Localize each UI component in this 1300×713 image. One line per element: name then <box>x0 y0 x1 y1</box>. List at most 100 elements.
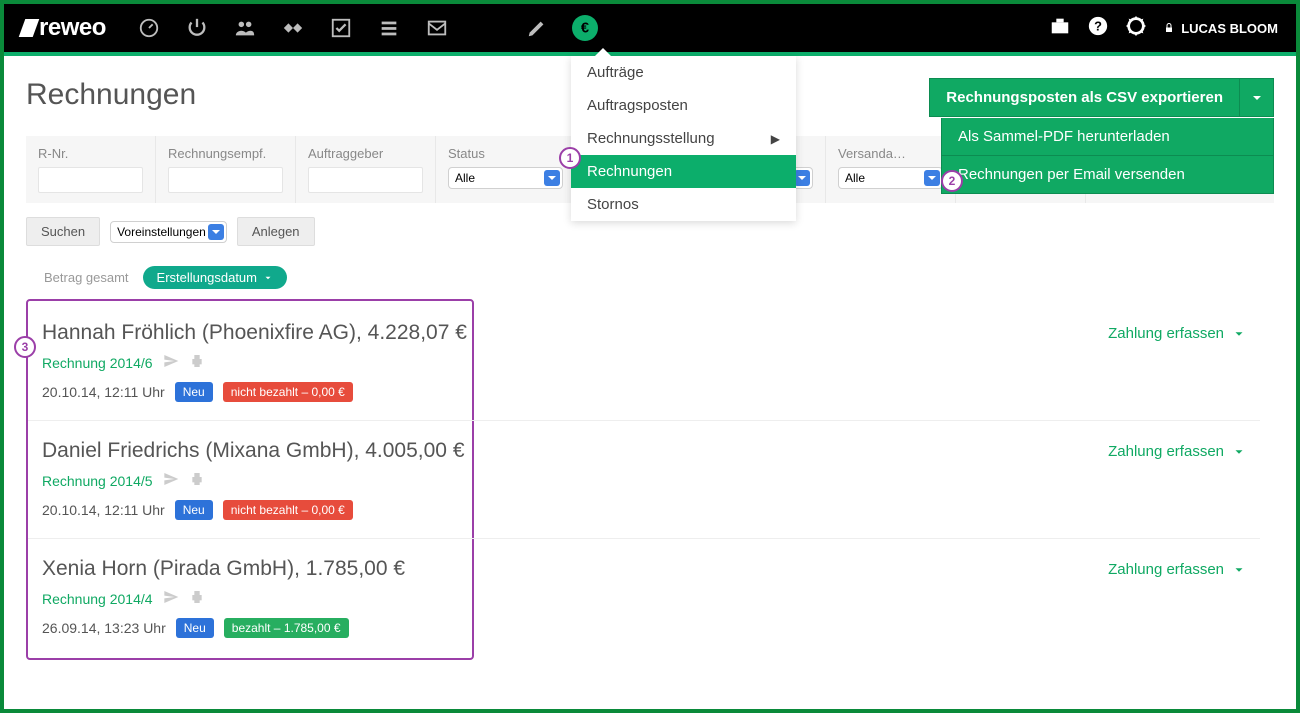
invoice-row[interactable]: Daniel Friedrichs (Mixana GmbH), 4.005,0… <box>28 421 1260 539</box>
filter-versand: Versanda… Alle <box>826 136 956 203</box>
invoice-list-highlight: Hannah Fröhlich (Phoenixfire AG), 4.228,… <box>26 299 474 660</box>
payment-badge: nicht bezahlt – 0,00 € <box>223 500 353 520</box>
menu-item-stornos[interactable]: Stornos <box>571 188 796 221</box>
power-icon[interactable] <box>184 15 210 41</box>
record-payment-button[interactable]: Zahlung erfassen <box>1108 557 1246 578</box>
export-csv-button[interactable]: Rechnungsposten als CSV exportieren <box>929 78 1240 117</box>
invoice-title: Hannah Fröhlich (Phoenixfire AG), 4.228,… <box>42 321 1108 345</box>
record-payment-button[interactable]: Zahlung erfassen <box>1108 439 1246 460</box>
invoice-title: Daniel Friedrichs (Mixana GmbH), 4.005,0… <box>42 439 1108 463</box>
nav-icons: € <box>136 15 598 41</box>
invoice-row[interactable]: Hannah Fröhlich (Phoenixfire AG), 4.228,… <box>28 303 1260 421</box>
print-icon[interactable] <box>189 353 205 372</box>
help-icon[interactable]: ? <box>1087 15 1109 42</box>
export-dropdown-menu: Als Sammel-PDF herunterladen Rechnungen … <box>941 118 1274 194</box>
invoice-actions: Zahlung erfassen <box>1108 439 1246 520</box>
export-email-item[interactable]: Rechnungen per Email versenden <box>941 156 1274 194</box>
briefcase-icon[interactable] <box>1049 15 1071 42</box>
svg-text:€: € <box>581 21 589 37</box>
annotation-marker-3: 3 <box>14 336 36 358</box>
filter-auftraggeber-input[interactable] <box>308 167 423 193</box>
create-button[interactable]: Anlegen <box>237 217 315 246</box>
export-button-group: Rechnungsposten als CSV exportieren Als … <box>929 78 1274 117</box>
username-label: LUCAS BLOOM <box>1181 21 1278 36</box>
invoice-ref-row: Rechnung 2014/4 <box>42 589 1108 608</box>
menu-item-auftragsposten[interactable]: Auftragsposten <box>571 89 796 122</box>
send-icon[interactable] <box>163 353 179 372</box>
payment-badge: bezahlt – 1.785,00 € <box>224 618 349 638</box>
invoice-row[interactable]: Xenia Horn (Pirada GmbH), 1.785,00 € Rec… <box>28 539 1260 656</box>
chevron-down-icon <box>1232 445 1246 459</box>
chevron-down-icon <box>263 273 273 283</box>
status-new-badge: Neu <box>175 382 213 402</box>
filter-rnr: R-Nr. <box>26 136 156 203</box>
pen-icon[interactable] <box>524 15 550 41</box>
send-icon[interactable] <box>163 589 179 608</box>
invoice-ref-row: Rechnung 2014/5 <box>42 471 1108 490</box>
mail-icon[interactable] <box>424 15 450 41</box>
invoice-time: 20.10.14, 12:11 Uhr <box>42 384 165 400</box>
brand-logo[interactable]: reweo <box>22 14 106 42</box>
list-icon[interactable] <box>376 15 402 41</box>
print-icon[interactable] <box>189 471 205 490</box>
invoice-meta: 20.10.14, 12:11 Uhr Neu nicht bezahlt – … <box>42 500 1108 520</box>
record-payment-button[interactable]: Zahlung erfassen <box>1108 321 1246 342</box>
check-icon[interactable] <box>328 15 354 41</box>
menu-item-rechnungen[interactable]: Rechnungen <box>571 155 796 188</box>
people-icon[interactable] <box>232 15 258 41</box>
handshake-icon[interactable] <box>280 15 306 41</box>
logo-slash-icon <box>19 19 40 37</box>
chevron-right-icon: ▶ <box>771 132 780 146</box>
chevron-down-icon <box>1232 327 1246 341</box>
menu-item-auftraege[interactable]: Aufträge <box>571 56 796 89</box>
right-icons: ? LUCAS BLOOM <box>1049 15 1278 42</box>
invoice-ref-row: Rechnung 2014/6 <box>42 353 1108 372</box>
sort-total-label[interactable]: Betrag gesamt <box>44 270 129 285</box>
euro-icon[interactable]: € <box>572 15 598 41</box>
filter-status: Status Alle <box>436 136 576 203</box>
gear-icon[interactable] <box>1125 15 1147 42</box>
top-nav: reweo € ? LUCAS BLOOM <box>4 4 1296 52</box>
filter-status-label: Status <box>448 146 563 161</box>
filter-versand-label: Versanda… <box>838 146 943 161</box>
invoice-ref[interactable]: Rechnung 2014/4 <box>42 591 153 607</box>
annotation-marker-2: 2 <box>941 170 963 192</box>
chevron-down-icon <box>1249 90 1265 106</box>
print-icon[interactable] <box>189 589 205 608</box>
payment-badge: nicht bezahlt – 0,00 € <box>223 382 353 402</box>
presets-select[interactable]: Voreinstellungen <box>110 221 227 243</box>
export-pdf-item[interactable]: Als Sammel-PDF herunterladen <box>941 118 1274 156</box>
invoice-ref[interactable]: Rechnung 2014/5 <box>42 473 153 489</box>
lock-icon <box>1163 22 1175 34</box>
user-menu[interactable]: LUCAS BLOOM <box>1163 21 1278 36</box>
search-button[interactable]: Suchen <box>26 217 100 246</box>
dashboard-icon[interactable] <box>136 15 162 41</box>
invoice-actions: Zahlung erfassen <box>1108 557 1246 638</box>
invoice-ref[interactable]: Rechnung 2014/6 <box>42 355 153 371</box>
sort-date-pill[interactable]: Erstellungsdatum <box>143 266 287 289</box>
filter-rnr-input[interactable] <box>38 167 143 193</box>
euro-dropdown-menu: Aufträge Auftragsposten Rechnungsstellun… <box>571 56 796 221</box>
svg-text:?: ? <box>1094 18 1102 33</box>
filter-auftraggeber-label: Auftraggeber <box>308 146 423 161</box>
invoice-meta: 26.09.14, 13:23 Uhr Neu bezahlt – 1.785,… <box>42 618 1108 638</box>
filter-versand-select[interactable]: Alle <box>838 167 943 189</box>
annotation-marker-1: 1 <box>559 147 581 169</box>
filter-empf-input[interactable] <box>168 167 283 193</box>
invoice-actions: Zahlung erfassen <box>1108 321 1246 402</box>
filter-auftraggeber: Auftraggeber <box>296 136 436 203</box>
menu-item-rechnungsstellung[interactable]: Rechnungsstellung▶ <box>571 122 796 155</box>
invoice-title: Xenia Horn (Pirada GmbH), 1.785,00 € <box>42 557 1108 581</box>
sort-row: Betrag gesamt Erstellungsdatum <box>26 266 1274 289</box>
invoice-time: 26.09.14, 13:23 Uhr <box>42 620 166 636</box>
export-dropdown-toggle[interactable] <box>1240 78 1274 117</box>
invoice-info: Hannah Fröhlich (Phoenixfire AG), 4.228,… <box>42 321 1108 402</box>
filter-empf-label: Rechnungsempf. <box>168 146 283 161</box>
chevron-down-icon <box>1232 563 1246 577</box>
invoice-meta: 20.10.14, 12:11 Uhr Neu nicht bezahlt – … <box>42 382 1108 402</box>
filter-empf: Rechnungsempf. <box>156 136 296 203</box>
filter-status-select[interactable]: Alle <box>448 167 563 189</box>
send-icon[interactable] <box>163 471 179 490</box>
brand-name: reweo <box>39 14 106 42</box>
status-new-badge: Neu <box>176 618 214 638</box>
